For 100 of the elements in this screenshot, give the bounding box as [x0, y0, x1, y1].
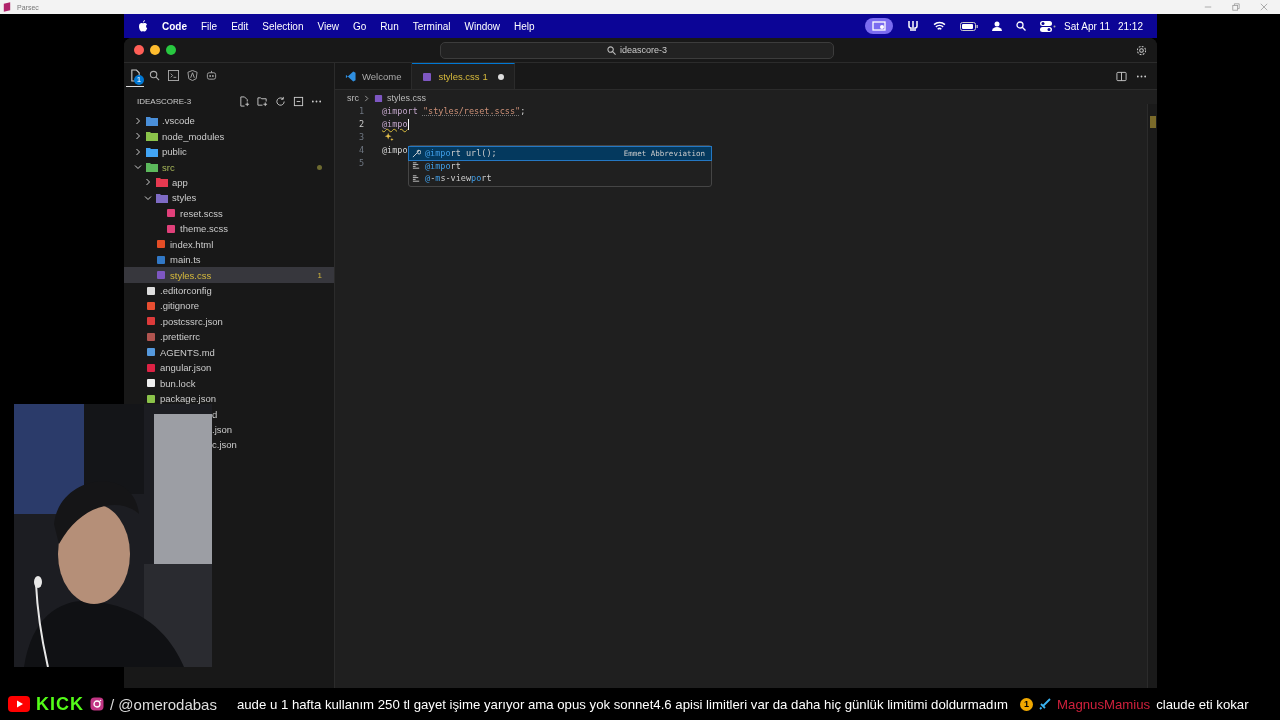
file-name: app	[172, 176, 188, 188]
code-token: @import	[382, 106, 418, 117]
property-icon	[412, 161, 421, 171]
file-name: main.ts	[170, 254, 201, 266]
date-text: Sat Apr 11	[1064, 20, 1110, 32]
close-button[interactable]	[134, 45, 144, 55]
tree-row[interactable]: .editorconfig	[124, 282, 334, 299]
split-editor-icon[interactable]	[1116, 70, 1127, 82]
play-icon	[8, 696, 30, 712]
tree-row[interactable]: src	[124, 159, 334, 175]
file-name: public	[162, 146, 187, 158]
tree-row[interactable]: main.ts	[124, 251, 334, 268]
file-name: .json	[212, 423, 233, 435]
chevron-right-icon[interactable]	[134, 147, 142, 156]
tree-row[interactable]: .prettierrc	[124, 329, 334, 345]
line-number: 1	[357, 106, 364, 117]
file-name: AGENTS.md	[160, 346, 215, 358]
tree-row[interactable]: .gitignore	[124, 298, 334, 314]
file-name: bun.lock	[160, 377, 196, 389]
file-name: d	[212, 408, 218, 420]
css-file-icon	[422, 71, 433, 82]
line-number: 4	[357, 144, 364, 155]
menu-item[interactable]: Code	[162, 20, 187, 32]
app-logo-icon	[3, 2, 11, 12]
activity-tab[interactable]: 1	[126, 65, 144, 87]
line-number: 3	[357, 132, 364, 142]
file-name: angular.json	[160, 362, 212, 374]
tree-row[interactable]: .vscode	[124, 113, 334, 129]
tree-row[interactable]: public	[124, 143, 334, 160]
chevron-right-icon[interactable]	[134, 132, 142, 141]
selected-row[interactable]: styles.css 1	[124, 267, 334, 283]
chevron-right-icon[interactable]	[134, 116, 142, 125]
battery-icon[interactable]	[960, 21, 978, 31]
menu-item[interactable]: Help	[514, 20, 535, 32]
shield-icon	[186, 70, 198, 81]
code-token: @impo	[382, 119, 408, 130]
menu-item[interactable]: Edit	[231, 20, 249, 32]
user-icon[interactable]	[992, 21, 1002, 31]
file-name: .prettierrc	[160, 331, 201, 343]
tree-row[interactable]: app	[124, 174, 334, 191]
menu-item[interactable]: Terminal	[412, 20, 451, 32]
tree-row[interactable]: styles	[124, 190, 334, 206]
refresh-icon[interactable]	[275, 95, 286, 107]
property-icon	[412, 174, 421, 183]
sparkle-icon[interactable]	[384, 132, 394, 142]
new-folder-icon[interactable]	[257, 95, 268, 107]
screen-share-icon[interactable]	[865, 18, 893, 34]
editor-tab[interactable]: styles.css 1	[412, 63, 515, 89]
file-name: c.json	[212, 439, 237, 451]
menu-item[interactable]: Run	[380, 20, 399, 32]
minimize-button[interactable]	[150, 45, 160, 55]
tree-row[interactable]: package.json	[124, 390, 334, 407]
tree-row[interactable]: angular.json	[124, 360, 334, 376]
code-token: ;	[520, 106, 526, 117]
search-icon[interactable]	[1016, 21, 1026, 31]
file-name: reset.scss	[180, 207, 223, 219]
breadcrumb-item[interactable]: src	[347, 93, 359, 103]
control-center-icon[interactable]	[1040, 20, 1056, 32]
line-number: 5	[357, 157, 364, 168]
count-badge: 1	[134, 74, 144, 85]
menu-item[interactable]: File	[201, 20, 218, 32]
handle-text: / @omerodabas	[110, 695, 217, 713]
breadcrumb-item[interactable]: styles.css	[387, 93, 426, 103]
chevron-down-icon[interactable]	[134, 163, 142, 172]
zoom-button[interactable]	[166, 45, 176, 55]
tree-row[interactable]: AGENTS.md	[124, 344, 334, 360]
collapse-icon[interactable]	[293, 95, 304, 107]
tree-row[interactable]: node_modules	[124, 128, 334, 144]
file-name: .vscode	[162, 115, 195, 127]
tree-row[interactable]: reset.scss	[124, 205, 334, 222]
tree-row[interactable]: theme.scss	[124, 221, 334, 237]
menu-item[interactable]: Window	[464, 20, 501, 32]
file-name: theme.scss	[180, 223, 229, 235]
tree-row[interactable]: .postcssrc.json	[124, 313, 334, 330]
menu-item[interactable]: View	[317, 20, 339, 32]
file-name: styles.css	[170, 269, 212, 281]
fork-icon[interactable]	[907, 20, 919, 32]
tree-row[interactable]: index.html	[124, 236, 334, 252]
apple-icon[interactable]	[138, 20, 148, 32]
section-title: IDEASCORE-3	[137, 96, 192, 106]
chevron-down-icon[interactable]	[144, 193, 152, 202]
menu-item[interactable]: Go	[353, 20, 367, 32]
camera-icon	[90, 697, 104, 711]
menu-item[interactable]: Selection	[262, 20, 304, 32]
chat-message: claude eti kokar	[1156, 696, 1249, 712]
new-file-icon[interactable]	[239, 95, 250, 107]
settings-icon[interactable]	[1136, 44, 1147, 56]
search-icon	[607, 45, 616, 55]
search-field[interactable]: ideascore-3	[440, 41, 834, 59]
wifi-icon[interactable]	[933, 21, 946, 31]
file-name: .gitignore	[160, 300, 200, 312]
code-token: @impo	[382, 144, 408, 155]
file-name: styles	[172, 192, 197, 204]
file-name: package.json	[160, 393, 216, 405]
count-badge: 1	[1020, 697, 1034, 711]
tree-row[interactable]: bun.lock	[124, 375, 334, 391]
scrollbar[interactable]	[1147, 104, 1157, 688]
suggestion-item[interactable]: @import	[409, 159, 711, 173]
chevron-right-icon[interactable]	[144, 178, 152, 187]
suggestion-item[interactable]: @-ms-viewport	[409, 172, 711, 185]
